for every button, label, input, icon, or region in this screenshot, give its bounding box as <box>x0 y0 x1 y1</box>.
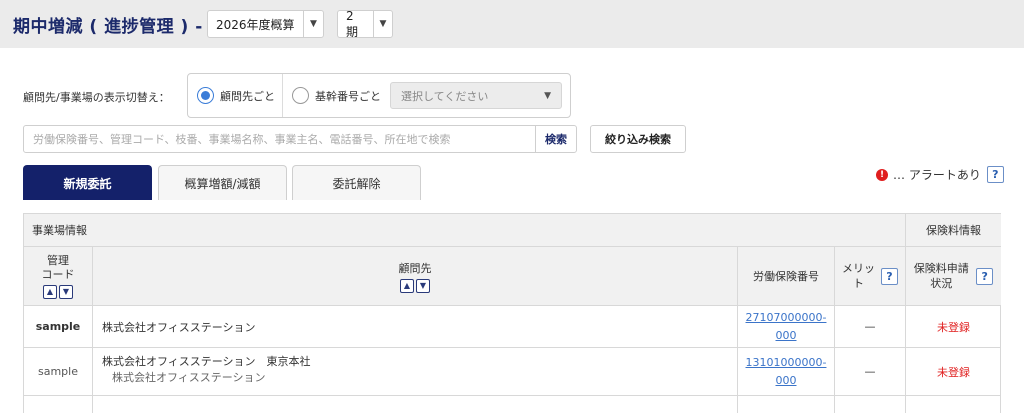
group-header-jigyojo: 事業場情報 <box>32 223 87 237</box>
col-header-merit: メリッ ト ? <box>835 247 905 305</box>
radio-kikan[interactable]: 基幹番号ごと <box>284 74 389 117</box>
sort-desc-icon[interactable]: ▼ <box>416 278 430 293</box>
group-header-hokenryo: 保険料情報 <box>926 223 981 237</box>
row-number-l1[interactable]: 27107000000- <box>746 309 827 327</box>
search-input[interactable] <box>23 125 536 153</box>
data-table: 事業場情報 保険料情報 管理 コード ▲ ▼ 顧問先 ▲ ▼ 労働保険番号 メリ… <box>23 213 1001 413</box>
radio-client-label: 顧問先ごと <box>220 89 275 103</box>
caret-down-icon: ▼ <box>544 90 551 101</box>
col-header-status: 保険料申請 状況 ? <box>906 247 1001 305</box>
col-header-code: 管理 コード ▲ ▼ <box>24 247 92 305</box>
sort-asc-icon[interactable]: ▲ <box>43 284 57 299</box>
tab-new-contract[interactable]: 新規委託 <box>23 165 152 200</box>
radio-checked-icon <box>197 87 214 104</box>
row-code: sample <box>35 320 81 333</box>
fiscal-year-value: 2026年度概算 <box>216 17 295 32</box>
col-status-l2: 状況 <box>930 277 953 290</box>
help-icon[interactable]: ? <box>976 267 994 285</box>
row-number-l2[interactable]: 000 <box>776 372 797 390</box>
kikan-select-placeholder: 選択してください <box>401 89 489 103</box>
tab-increase-decrease[interactable]: 概算増額/減額 <box>158 165 287 200</box>
row-status: 未登録 <box>937 365 970 379</box>
search-button[interactable]: 検索 <box>535 125 577 153</box>
col-header-number: 労働保険番号 <box>753 270 819 283</box>
display-switch-label: 顧問先/事業場の表示切替え： <box>23 91 170 104</box>
row-number-link[interactable]: 27107000000- 000 <box>738 306 834 347</box>
col-code-l2: コード <box>41 267 75 281</box>
row-code: sample <box>38 365 78 378</box>
row-number-l2[interactable]: 000 <box>776 327 797 345</box>
row-merit: — <box>864 320 876 333</box>
row-client-name: 株式会社オフィスステーション 東京本社 <box>102 355 311 368</box>
col-status-l1: 保険料申請 <box>913 262 969 275</box>
radio-kikan-label: 基幹番号ごと <box>315 89 381 103</box>
col-client-label: 顧問先 <box>398 261 432 275</box>
col-header-client: 顧問先 ▲ ▼ <box>93 247 737 305</box>
col-code-l1: 管理 <box>47 253 69 267</box>
sort-controls: ▲ ▼ <box>43 284 73 299</box>
sort-asc-icon[interactable]: ▲ <box>400 278 414 293</box>
tab-cancel-contract[interactable]: 委託解除 <box>292 165 421 200</box>
radio-client[interactable]: 顧問先ごと <box>188 74 283 117</box>
filter-search-button[interactable]: 絞り込み検索 <box>590 125 686 153</box>
fiscal-year-select[interactable]: 2026年度概算 ▼ <box>207 10 324 38</box>
row-client-cell: 株式会社オフィスステーション 東京本社 株式会社オフィスステーション <box>93 348 737 395</box>
col-merit-label: メリッ ト <box>842 261 875 291</box>
radio-unchecked-icon <box>292 87 309 104</box>
col-status-label: 保険料申請 状況 <box>914 261 969 291</box>
page-title: 期中増減 ( 進捗管理 ) - <box>13 17 203 37</box>
col-merit-l1: メリッ <box>842 262 875 275</box>
col-merit-l2: ト <box>853 277 864 290</box>
kikan-number-select[interactable]: 選択してください ▼ <box>390 82 562 109</box>
row-status: 未登録 <box>937 320 970 334</box>
sort-desc-icon[interactable]: ▼ <box>59 284 73 299</box>
chevron-down-icon: ▼ <box>303 11 323 37</box>
help-icon[interactable]: ? <box>986 166 1004 183</box>
top-bar: 期中増減 ( 進捗管理 ) - 2026年度概算 ▼ 2期 ▼ <box>0 0 1024 48</box>
alert-legend-text: … アラートあり <box>893 168 981 182</box>
alert-legend: ! … アラートあり ? <box>876 166 1004 183</box>
row-number-l1[interactable]: 13101000000- <box>746 354 827 372</box>
alert-icon: ! <box>876 168 888 181</box>
sort-controls: ▲ ▼ <box>400 278 430 293</box>
help-icon[interactable]: ? <box>881 267 898 285</box>
display-switch-group: 顧問先ごと 基幹番号ごと 選択してください ▼ <box>187 73 571 118</box>
period-select[interactable]: 2期 ▼ <box>337 8 393 39</box>
period-value: 2期 <box>346 8 359 39</box>
row-client-subname: 株式会社オフィスステーション <box>112 371 266 384</box>
row-client-name: 株式会社オフィスステーション <box>102 320 256 334</box>
row-merit: — <box>864 365 876 378</box>
chevron-down-icon: ▼ <box>372 11 392 37</box>
row-number-link[interactable]: 13101000000- 000 <box>738 348 834 395</box>
